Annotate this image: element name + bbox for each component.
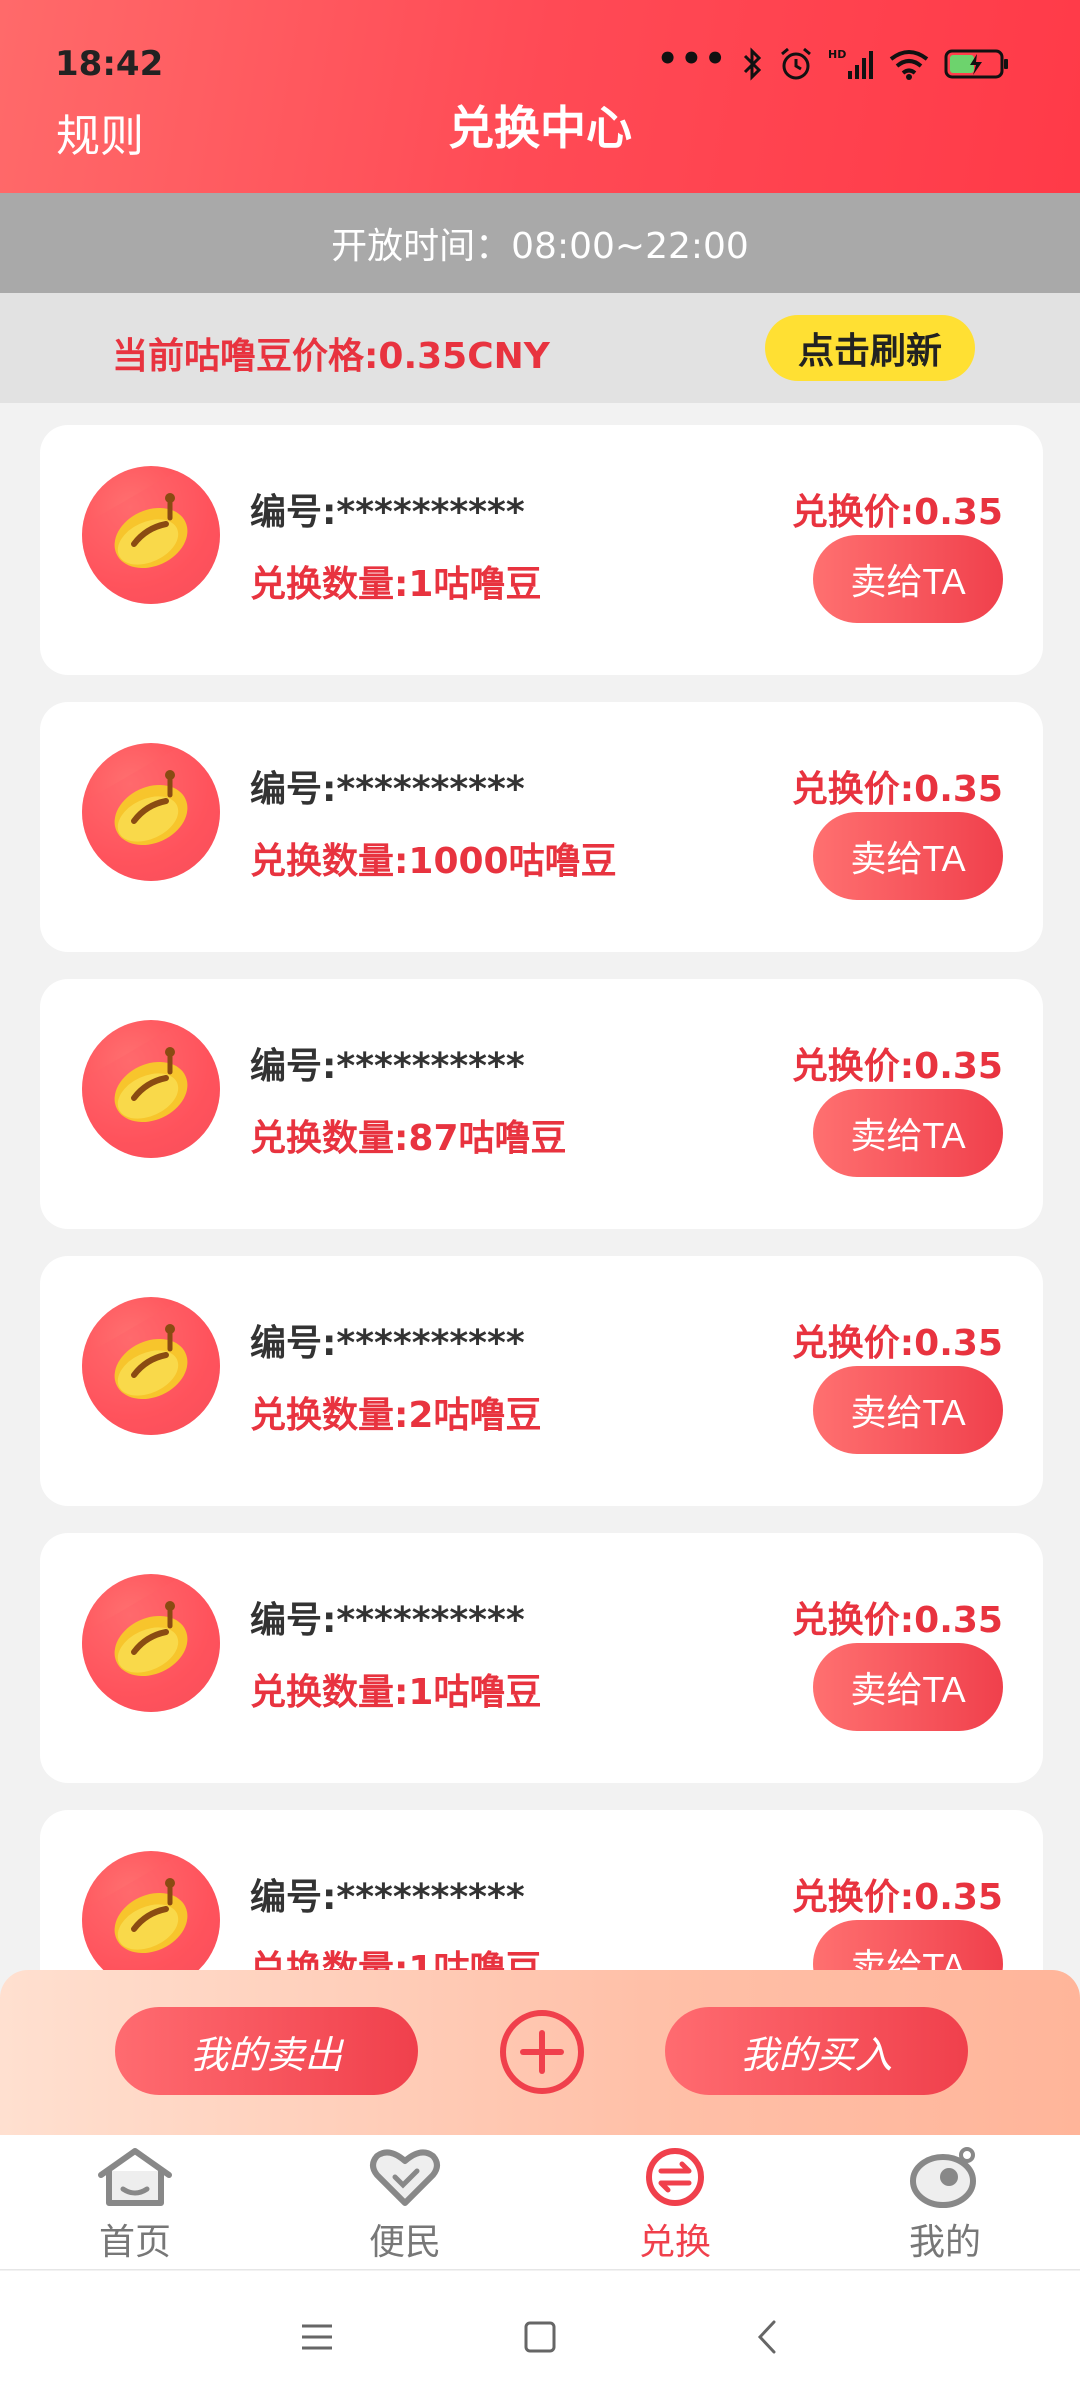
status-time: 18:42 — [55, 44, 164, 84]
tab-home[interactable]: 首页 — [0, 2135, 270, 2270]
tab-label: 便民 — [368, 2222, 441, 2263]
offer-price: 兑换价:0.35 — [791, 1877, 1003, 1918]
offer-list[interactable]: 编号:********** 兑换数量:1咕噜豆 兑换价:0.35 卖给TA 编号… — [40, 425, 1043, 1970]
tab-label: 首页 — [98, 2222, 171, 2263]
battery-icon — [944, 49, 1008, 79]
sell-to-button[interactable]: 卖给TA — [813, 1366, 1003, 1454]
sell-to-button[interactable]: 卖给TA — [813, 1920, 1003, 1970]
system-nav-bar — [0, 2271, 1080, 2400]
bean-avatar-icon — [82, 743, 220, 881]
tab-label: 我的 — [908, 2222, 981, 2263]
add-icon[interactable] — [500, 2010, 584, 2094]
sell-to-button[interactable]: 卖给TA — [813, 812, 1003, 900]
offer-price: 兑换价:0.35 — [791, 769, 1003, 810]
page-title: 兑换中心 — [448, 101, 632, 155]
offer-id: 编号:********** — [250, 1046, 525, 1087]
offer-id: 编号:********** — [250, 1323, 525, 1364]
offer-id: 编号:********** — [250, 769, 525, 810]
heart-icon — [370, 2149, 440, 2206]
tab-label: 兑换 — [638, 2222, 711, 2263]
offer-price: 兑换价:0.35 — [791, 492, 1003, 533]
tab-exchange[interactable]: 兑换 — [540, 2135, 810, 2270]
offer-price: 兑换价:0.35 — [791, 1046, 1003, 1087]
tab-mine[interactable]: 我的 — [810, 2135, 1080, 2270]
offer-price: 兑换价:0.35 — [791, 1323, 1003, 1364]
offer-card: 编号:********** 兑换数量:87咕噜豆 兑换价:0.35 卖给TA — [40, 979, 1043, 1229]
signal-icon: HD — [828, 48, 873, 79]
offer-id: 编号:********** — [250, 492, 525, 533]
alarm-icon — [781, 47, 811, 80]
open-time-banner: 开放时间：08:00~22:00 — [0, 193, 1080, 293]
trade-action-bar: 我的卖出 我的买入 — [0, 1970, 1080, 2135]
svg-text:HD: HD — [828, 48, 846, 61]
bean-avatar-icon — [82, 1020, 220, 1158]
menu-icon[interactable] — [287, 2307, 347, 2367]
sell-to-button[interactable]: 卖给TA — [813, 535, 1003, 623]
offer-card: 编号:********** 兑换数量:1咕噜豆 兑换价:0.35 卖给TA — [40, 1810, 1043, 1970]
bean-avatar-icon — [82, 1574, 220, 1712]
status-icons: ••• HD — [656, 39, 1010, 84]
my-buy-button[interactable]: 我的买入 — [665, 2007, 968, 2095]
bluetooth-icon — [743, 47, 762, 81]
bottom-tab-bar: 首页 便民 兑换 我的 — [0, 2135, 1080, 2270]
more-dots-icon: ••• — [656, 39, 728, 79]
current-price-text: 当前咕噜豆价格:0.35CNY — [112, 336, 550, 377]
offer-quantity: 兑换数量:1咕噜豆 — [250, 1672, 542, 1713]
bean-avatar-icon — [82, 1297, 220, 1435]
offer-quantity: 兑换数量:1000咕噜豆 — [250, 841, 617, 882]
offer-card: 编号:********** 兑换数量:1咕噜豆 兑换价:0.35 卖给TA — [40, 425, 1043, 675]
refresh-button[interactable]: 点击刷新 — [765, 315, 975, 381]
offer-quantity: 兑换数量:87咕噜豆 — [250, 1118, 567, 1159]
offer-id: 编号:********** — [250, 1877, 525, 1918]
offer-card: 编号:********** 兑换数量:2咕噜豆 兑换价:0.35 卖给TA — [40, 1256, 1043, 1506]
home-nav-icon[interactable] — [510, 2307, 570, 2367]
back-icon[interactable] — [737, 2307, 797, 2367]
offer-price: 兑换价:0.35 — [791, 1600, 1003, 1641]
home-icon — [98, 2148, 172, 2206]
bean-avatar-icon — [82, 1851, 220, 1970]
exchange-icon — [646, 2148, 704, 2206]
offer-quantity: 兑换数量:1咕噜豆 — [250, 564, 542, 605]
sell-to-button[interactable]: 卖给TA — [813, 1089, 1003, 1177]
offer-id: 编号:********** — [250, 1600, 525, 1641]
tab-services[interactable]: 便民 — [270, 2135, 540, 2270]
offer-quantity: 兑换数量:1咕噜豆 — [250, 1949, 542, 1970]
my-sell-button[interactable]: 我的卖出 — [115, 2007, 418, 2095]
header: 18:42 ••• HD 规则 兑换中心 — [0, 0, 1080, 193]
profile-icon — [910, 2147, 976, 2208]
offer-card: 编号:********** 兑换数量:1000咕噜豆 兑换价:0.35 卖给TA — [40, 702, 1043, 952]
bean-avatar-icon — [82, 466, 220, 604]
price-bar: 当前咕噜豆价格:0.35CNY 点击刷新 — [0, 293, 1080, 403]
sell-to-button[interactable]: 卖给TA — [813, 1643, 1003, 1731]
offer-card: 编号:********** 兑换数量:1咕噜豆 兑换价:0.35 卖给TA — [40, 1533, 1043, 1783]
offer-quantity: 兑换数量:2咕噜豆 — [250, 1395, 542, 1436]
wifi-icon — [889, 50, 929, 80]
